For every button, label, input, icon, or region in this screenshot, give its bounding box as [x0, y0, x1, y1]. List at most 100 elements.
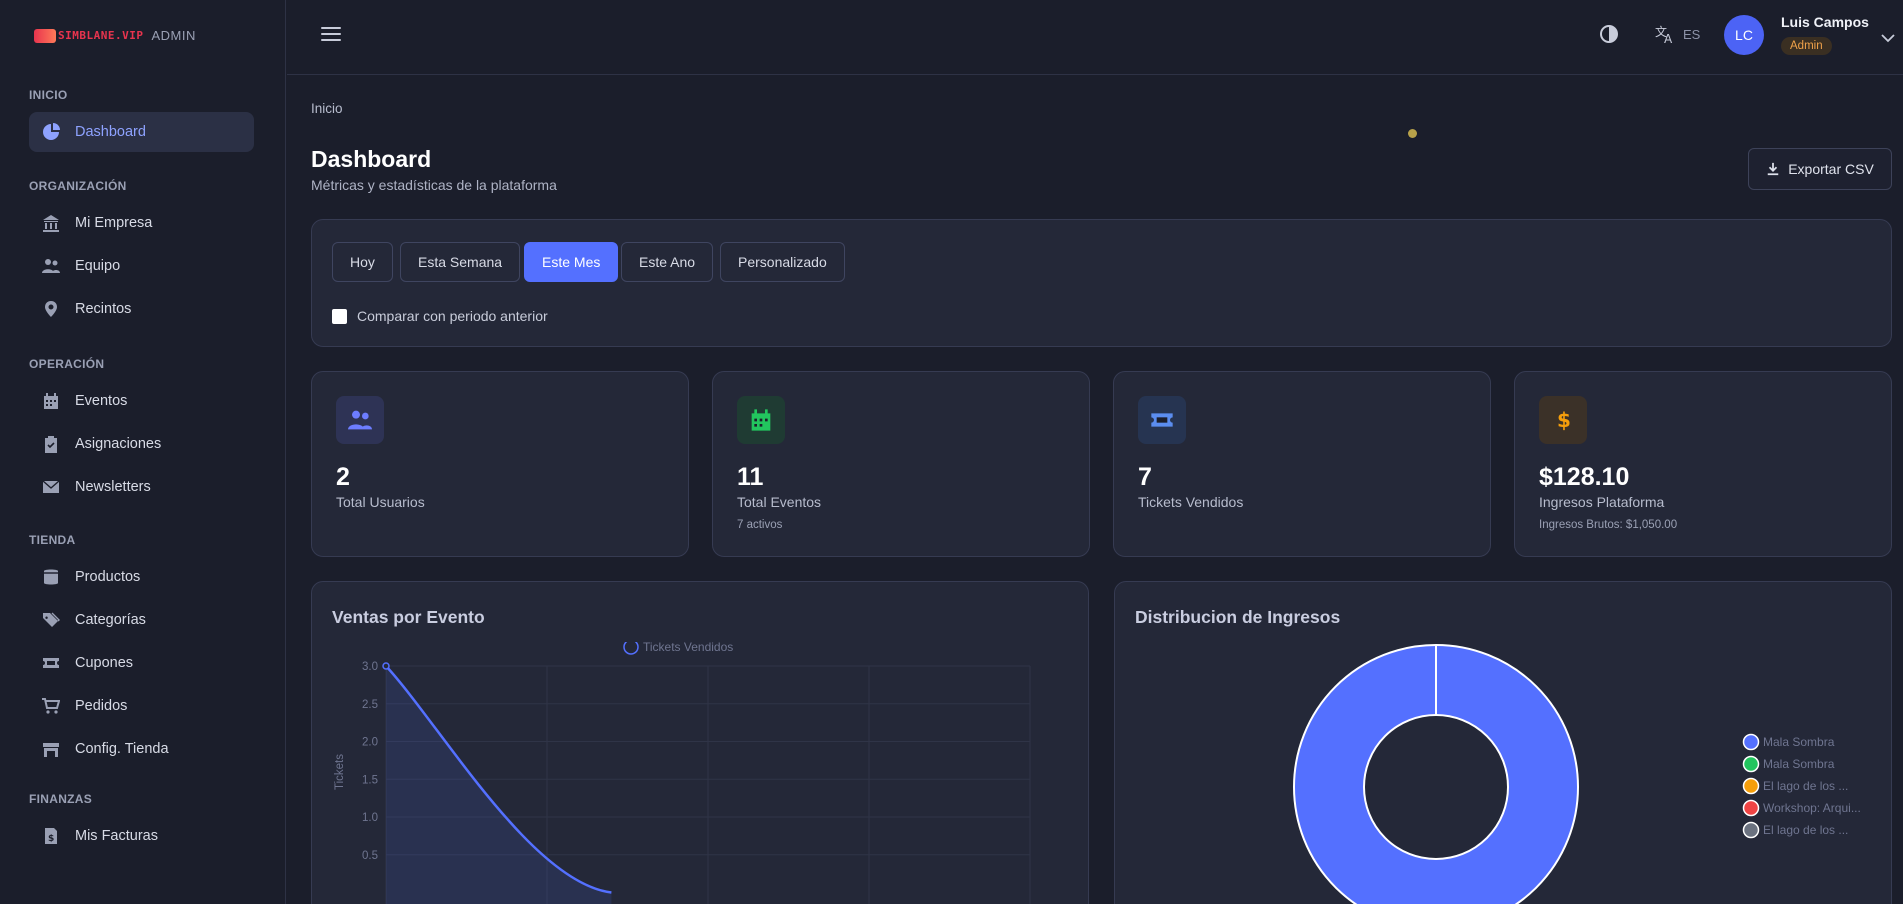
stat-label: Total Eventos [737, 494, 822, 510]
legend-label[interactable]: El lago de los ... [1763, 823, 1848, 837]
sidebar-item-label: Categorías [75, 612, 146, 628]
building-icon [41, 213, 61, 233]
sidebar-item-productos[interactable]: Productos [29, 557, 254, 597]
clipboard-icon [41, 434, 61, 454]
sidebar-item-label: Recintos [75, 301, 132, 317]
y-tick-label: 1.5 [362, 774, 378, 786]
envelope-icon [41, 477, 61, 497]
legend-swatch[interactable] [1742, 799, 1760, 817]
calendar-icon [737, 396, 785, 444]
brand-logo-text: SIMBLANE.VIP [58, 28, 144, 42]
sidebar-section-title: INICIO [29, 88, 68, 102]
compare-checkbox-box[interactable] [332, 308, 347, 324]
sidebar-item-label: Mi Empresa [75, 215, 153, 231]
stat-label: Ingresos Plataforma [1539, 494, 1665, 510]
chevron-down-icon[interactable] [1881, 34, 1895, 43]
export-csv-button[interactable]: Exportar CSV [1748, 148, 1892, 190]
sidebar-item-pedidos[interactable]: Pedidos [29, 686, 254, 726]
y-tick-label: 2.0 [362, 737, 378, 749]
breadcrumb[interactable]: Inicio [311, 101, 343, 116]
cart-icon [41, 696, 61, 716]
sidebar-item-label: Mis Facturas [75, 828, 158, 844]
svg-text:$: $ [1557, 408, 1571, 432]
legend-swatch[interactable] [1742, 821, 1760, 839]
loading-indicator [1408, 129, 1417, 138]
language-switcher[interactable]: 文A ES [1655, 24, 1700, 44]
brand-logo: SIMBLANE.VIP [34, 28, 144, 43]
slice-outline [1363, 714, 1509, 860]
data-point[interactable] [382, 662, 390, 670]
sidebar-item-label: Eventos [75, 393, 128, 409]
page-title: Dashboard [311, 146, 432, 172]
stat-value: 7 [1138, 463, 1152, 491]
y-tick-label: 3.0 [362, 661, 378, 673]
revenue-chart-title: Distribucion de Ingresos [1135, 607, 1341, 627]
ticket-icon [41, 653, 61, 673]
y-axis-label: Tickets [334, 754, 346, 790]
svg-text:$: $ [48, 834, 54, 844]
y-tick-label: 0.5 [362, 850, 378, 862]
period-button[interactable]: Este Ano [621, 242, 714, 282]
export-csv-label: Exportar CSV [1788, 161, 1874, 177]
sidebar-item-mis-facturas[interactable]: $ Mis Facturas [29, 816, 254, 856]
sidebar-item-label: Cupones [75, 655, 134, 671]
sidebar-item-asignaciones[interactable]: Asignaciones [29, 424, 254, 464]
user-role-badge: Admin [1781, 37, 1832, 55]
sidebar-item-config-tienda[interactable]: Config. Tienda [29, 729, 254, 769]
stat-value: 11 [737, 463, 764, 491]
dollar-icon: $ [1539, 396, 1587, 444]
stat-subtext: Ingresos Brutos: $1,050.00 [1539, 519, 1678, 531]
menu-toggle-icon[interactable] [321, 24, 341, 44]
sales-chart-panel: Ventas por Evento 3.0 2.5 2.0 1.5 1.0 0.5 Tick… [311, 581, 1089, 904]
sidebar-item-label: Config. Tienda [75, 741, 169, 757]
compare-label: Comparar con periodo anterior [357, 308, 548, 324]
legend-swatch[interactable] [1742, 733, 1760, 751]
calendar-icon [41, 391, 61, 411]
sidebar-section-title: FINANZAS [29, 792, 93, 806]
period-button[interactable]: Esta Semana [400, 242, 521, 282]
legend-label[interactable]: Mala Sombra [1763, 757, 1835, 771]
revenue-chart-panel: Distribucion de Ingresos Mala Sombra Mala… [1114, 581, 1892, 904]
sidebar-item-categor-as[interactable]: Categorías [29, 600, 254, 640]
legend-swatch[interactable] [1742, 777, 1760, 795]
legend-label[interactable]: Tickets Vendidos [643, 642, 733, 654]
legend-label[interactable]: Mala Sombra [1763, 735, 1835, 749]
sidebar-item-label: Equipo [75, 258, 121, 274]
user-name: Luis Campos [1781, 14, 1869, 30]
chart-pie-icon [41, 122, 61, 142]
stat-value: $128.10 [1539, 463, 1630, 491]
users-icon [336, 396, 384, 444]
brand[interactable]: SIMBLANE.VIP ADMIN [34, 28, 196, 43]
sidebar-item-newsletters[interactable]: Newsletters [29, 467, 254, 507]
stat-label: Tickets Vendidos [1138, 494, 1244, 510]
sales-chart-title: Ventas por Evento [332, 607, 485, 627]
stat-card: 11 Total Eventos 7 activos [712, 371, 1090, 557]
svg-text:A: A [1664, 32, 1673, 44]
sidebar-item-cupones[interactable]: Cupones [29, 643, 254, 683]
legend-swatch[interactable] [1742, 755, 1760, 773]
period-button[interactable]: Personalizado [720, 242, 845, 282]
sidebar-item-eventos[interactable]: Eventos [29, 381, 254, 421]
sidebar-item-mi-empresa[interactable]: Mi Empresa [29, 203, 254, 243]
period-button[interactable]: Este Mes [524, 242, 619, 282]
legend-label[interactable]: Workshop: Arqui... [1763, 801, 1861, 815]
sidebar-item-dashboard[interactable]: Dashboard [29, 112, 254, 152]
language-code: ES [1683, 26, 1701, 42]
y-tick-label: 1.0 [362, 812, 378, 824]
avatar[interactable]: LC [1724, 15, 1764, 55]
sidebar-item-recintos[interactable]: Recintos [29, 289, 254, 329]
translate-icon: 文A [1655, 24, 1673, 44]
filter-panel: Hoy Esta Semana Este Mes Este Ano Personaliz… [311, 219, 1892, 347]
legend-label[interactable]: El lago de los ... [1763, 779, 1848, 793]
sidebar-section-title: OPERACIÓN [29, 357, 105, 371]
sidebar-item-label: Pedidos [75, 698, 128, 714]
topbar: 文A ES LC Luis Campos Admin [287, 0, 1903, 75]
period-button[interactable]: Hoy [332, 242, 393, 282]
sidebar: SIMBLANE.VIP ADMIN INICIO Dashboard ORGANI… [0, 0, 286, 904]
sidebar-item-label: Productos [75, 569, 141, 585]
legend-swatch[interactable] [623, 642, 639, 655]
compare-checkbox[interactable]: Comparar con periodo anterior [332, 308, 548, 324]
series-area [386, 666, 612, 904]
theme-toggle-icon[interactable] [1599, 24, 1619, 44]
sidebar-item-equipo[interactable]: Equipo [29, 246, 254, 286]
